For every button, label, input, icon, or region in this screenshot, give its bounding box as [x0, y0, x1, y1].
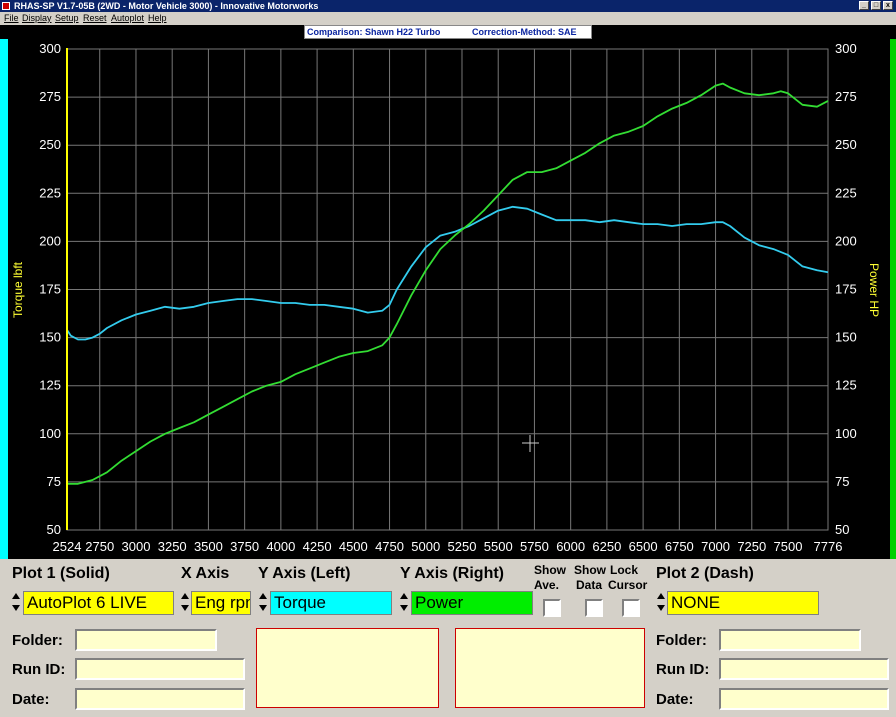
chart-grid: [66, 48, 829, 531]
y-ticks-right: 50 75 100 125 150 175 200 225 250 275 300: [835, 41, 857, 537]
y-tick-left-label: 125: [39, 378, 61, 393]
yaxis-right-select[interactable]: Power: [411, 591, 533, 615]
lock-cursor-label-line2: Cursor: [608, 578, 648, 592]
plot2-select[interactable]: NONE: [667, 591, 819, 615]
x-tick-label: 7500: [774, 539, 803, 554]
y-tick-left-label: 175: [39, 282, 61, 297]
plot2-notes-box[interactable]: [455, 628, 645, 708]
plot1-label: Plot 1 (Solid): [12, 565, 110, 582]
x-tick-label: 4750: [375, 539, 404, 554]
crosshair-cursor-icon: [522, 435, 539, 452]
y-axis-label-left: Torque lbft: [11, 261, 25, 318]
x-tick-label: 7000: [701, 539, 730, 554]
y-tick-left-label: 225: [39, 185, 61, 200]
lock-cursor-label-line1: Lock: [610, 563, 639, 577]
y-tick-left-label: 50: [47, 522, 61, 537]
plot1-runid-label: Run ID:: [12, 661, 66, 678]
show-ave-label-line2: Ave.: [534, 578, 559, 592]
y-tick-right-label: 250: [835, 137, 857, 152]
x-tick-label: 5000: [411, 539, 440, 554]
plot2-runid-field[interactable]: [719, 658, 889, 680]
plot2-date-field[interactable]: [719, 688, 889, 710]
x-tick-label: 2524: [53, 539, 82, 554]
x-tick-label: 5500: [484, 539, 513, 554]
plot2-folder-field[interactable]: [719, 629, 861, 651]
y-tick-left-label: 200: [39, 233, 61, 248]
yaxis-left-spinner[interactable]: [258, 591, 269, 615]
series-line-torque: [66, 205, 829, 341]
plot2-label: Plot 2 (Dash): [656, 565, 754, 582]
y-axis-label-right: Power HP: [867, 263, 881, 317]
x-tick-label: 6750: [665, 539, 694, 554]
xaxis-select[interactable]: Eng rpm: [191, 591, 251, 615]
yaxis-left-select[interactable]: Torque: [270, 591, 392, 615]
yaxis-right-spinner[interactable]: [399, 591, 410, 615]
y-tick-left-label: 275: [39, 89, 61, 104]
x-tick-label: 6250: [592, 539, 621, 554]
x-tick-label: 3500: [194, 539, 223, 554]
x-tick-label: 7250: [737, 539, 766, 554]
x-tick-label: 3250: [158, 539, 187, 554]
plot2-spinner[interactable]: [656, 591, 667, 615]
y-tick-right-label: 275: [835, 89, 857, 104]
y-tick-right-label: 225: [835, 185, 857, 200]
y-tick-left-label: 250: [39, 137, 61, 152]
y-ticks-left: 50 75 100 125 150 175 200 225 250 275 300: [39, 41, 61, 537]
show-data-checkbox[interactable]: [585, 599, 603, 617]
x-tick-label: 2750: [85, 539, 114, 554]
plot1-folder-label: Folder:: [12, 632, 63, 649]
y-tick-right-label: 300: [835, 41, 857, 56]
dyno-chart[interactable]: 50 75 100 125 150 175 200 225 250 275 300 50 75 100 1…: [0, 0, 896, 559]
plot1-folder-field[interactable]: [75, 629, 217, 651]
plot1-runid-field[interactable]: [75, 658, 245, 680]
x-tick-label: 7776: [814, 539, 843, 554]
plot1-select[interactable]: AutoPlot 6 LIVE: [23, 591, 174, 615]
y-tick-right-label: 175: [835, 282, 857, 297]
lock-cursor-checkbox[interactable]: [622, 599, 640, 617]
x-tick-label: 5250: [448, 539, 477, 554]
chart-series: [66, 82, 829, 485]
y-tick-left-label: 300: [39, 41, 61, 56]
y-tick-left-label: 150: [39, 330, 61, 345]
xaxis-label: X Axis: [181, 565, 230, 582]
series-line-power: [67, 82, 829, 485]
plot2-folder-label: Folder:: [656, 632, 707, 649]
xaxis-spinner[interactable]: [180, 591, 191, 615]
show-ave-checkbox[interactable]: [543, 599, 561, 617]
y-tick-right-label: 75: [835, 474, 849, 489]
show-data-label-line1: Show: [574, 563, 606, 577]
x-tick-label: 4500: [339, 539, 368, 554]
yaxis-right-label: Y Axis (Right): [400, 565, 505, 582]
y-tick-right-label: 100: [835, 426, 857, 441]
plot1-date-field[interactable]: [75, 688, 245, 710]
plot1-spinner[interactable]: [11, 591, 22, 615]
x-tick-label: 3750: [230, 539, 259, 554]
x-tick-label: 6000: [556, 539, 585, 554]
plot1-notes-box[interactable]: [256, 628, 439, 708]
yaxis-left-label: Y Axis (Left): [258, 565, 351, 582]
x-tick-label: 3000: [122, 539, 151, 554]
show-data-label-line2: Data: [576, 578, 603, 592]
y-tick-left-label: 100: [39, 426, 61, 441]
x-tick-label: 4000: [266, 539, 295, 554]
y-tick-right-label: 150: [835, 330, 857, 345]
plot1-date-label: Date:: [12, 691, 50, 708]
y-tick-right-label: 125: [835, 378, 857, 393]
y-tick-right-label: 200: [835, 233, 857, 248]
show-ave-label-line1: Show: [534, 563, 566, 577]
y-tick-right-label: 50: [835, 522, 849, 537]
y-tick-left-label: 75: [47, 474, 61, 489]
x-tick-label: 4250: [303, 539, 332, 554]
plot2-date-label: Date:: [656, 691, 694, 708]
x-ticks: 2524 2750 3000 3250 3500 3750 4000 4250 4500 4750…: [53, 539, 843, 554]
x-tick-label: 5750: [520, 539, 549, 554]
plot2-runid-label: Run ID:: [656, 661, 710, 678]
x-tick-label: 6500: [629, 539, 658, 554]
